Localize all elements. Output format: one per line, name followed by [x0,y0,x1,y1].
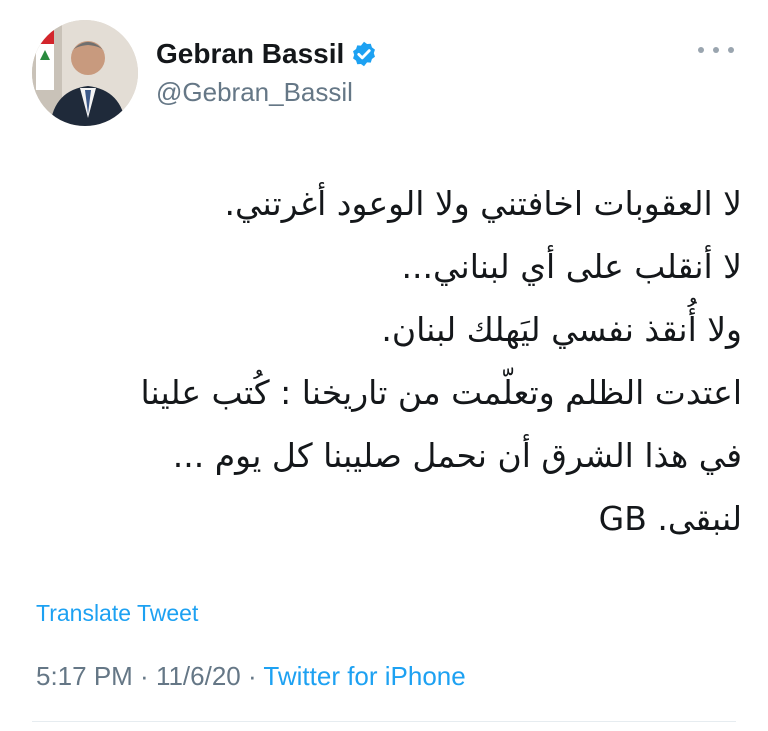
tweet-date[interactable]: 11/6/20 [156,661,241,691]
tweet-source-link[interactable]: Twitter for iPhone [263,661,465,691]
author-handle[interactable]: @Gebran_Bassil [156,77,378,107]
divider [32,721,736,722]
avatar-image [32,20,138,126]
more-dot [728,47,734,53]
translate-tweet-link[interactable]: Translate Tweet [36,600,198,627]
tweet-line: لنبقى. GB [598,499,742,538]
more-dot [698,47,704,53]
display-name[interactable]: Gebran Bassil [156,37,344,71]
tweet-time[interactable]: 5:17 PM [36,661,133,691]
tweet-text: لا العقوبات اخافتني ولا الوعود أغرتني. ل… [32,172,742,550]
tweet-meta: 5:17 PM · 11/6/20 · Twitter for iPhone [36,661,466,692]
avatar[interactable] [32,20,138,126]
verified-badge-icon [353,41,376,67]
meta-separator: · [240,661,264,691]
more-dot [713,47,719,53]
tweet-line: لا أنقلب على أي لبناني... [401,247,742,286]
tweet-line: لا العقوبات اخافتني ولا الوعود أغرتني. [224,184,742,223]
tweet-line: في هذا الشرق أن نحمل صليبنا كل يوم ... [172,436,742,475]
display-name-row: Gebran Bassil [156,37,378,71]
author-names: Gebran Bassil @Gebran_Bassil [156,37,378,107]
tweet-line: ولا أُنقذ نفسي ليَهلك لبنان. [381,310,742,349]
tweet-line: اعتدت الظلم وتعلّمت من تاريخنا : كُتب عل… [140,373,742,412]
more-options-icon[interactable] [698,40,734,60]
tweet-header: Gebran Bassil @Gebran_Bassil [32,20,742,128]
meta-separator: · [132,661,156,691]
